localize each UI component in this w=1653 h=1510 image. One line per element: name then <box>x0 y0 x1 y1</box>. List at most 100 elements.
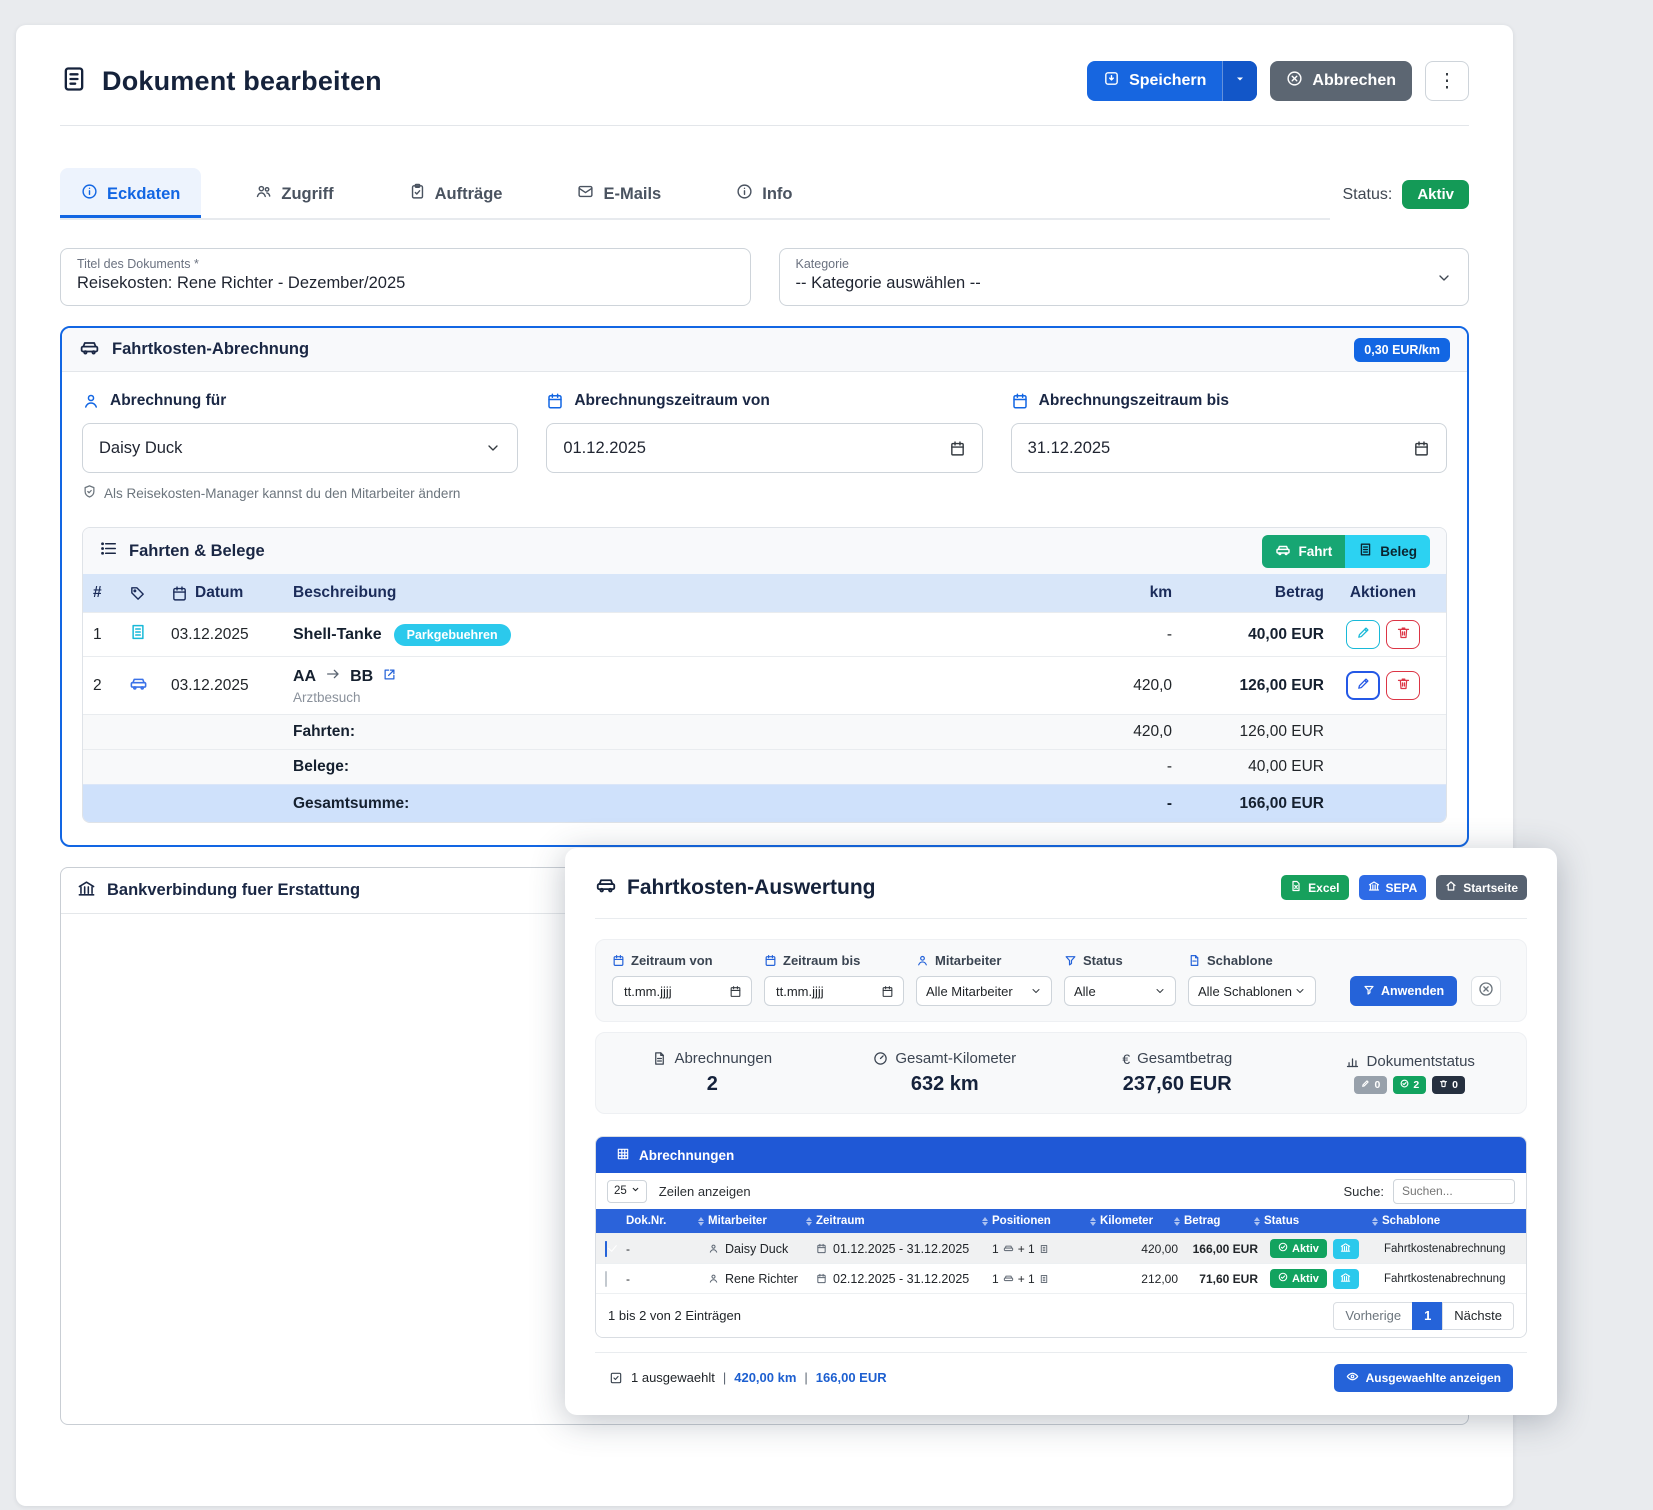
document-fields: Titel des Dokuments * Reisekosten: Rene … <box>60 248 1469 306</box>
filter-von-input[interactable] <box>612 976 752 1006</box>
delete-button[interactable] <box>1386 671 1420 700</box>
totals-row-gesamtsumme: Gesamtsumme: - 166,00 EUR <box>83 784 1446 822</box>
calendar-picker-icon[interactable] <box>949 440 966 457</box>
external-link-icon[interactable] <box>382 667 397 687</box>
fahrtkosten-header: Fahrtkosten-Abrechnung 0,30 EUR/km <box>62 328 1467 372</box>
clear-filter-button[interactable] <box>1471 976 1501 1006</box>
filter-bis-input[interactable] <box>764 976 904 1006</box>
filter-schablone-select[interactable]: Alle Schablonen <box>1188 976 1316 1006</box>
stats-panel: Abrechnungen 2 Gesamt-Kilometer 632 km €… <box>595 1032 1527 1114</box>
fahrten-belege-card: Fahrten & Belege Fahrt <box>82 527 1447 823</box>
employee-select-value: Daisy Duck <box>99 439 182 458</box>
save-dropdown-button[interactable] <box>1222 61 1257 101</box>
fahrtkosten-auswertung-panel: Fahrtkosten-Auswertung Excel SEPA <box>565 848 1557 1415</box>
fahrten-belege-title: Fahrten & Belege <box>129 542 265 561</box>
active-count-badge: 2 <box>1393 1076 1426 1094</box>
home-icon <box>1445 880 1457 895</box>
car-icon <box>129 674 171 698</box>
filter-von-field[interactable] <box>622 983 729 1000</box>
zeitraum-bis-input[interactable]: 31.12.2025 <box>1011 423 1447 473</box>
user-icon <box>708 1243 719 1254</box>
tab-info[interactable]: Info <box>715 168 813 218</box>
row-checkbox[interactable] <box>605 1241 607 1257</box>
tabs-row: Eckdaten Zugriff Aufträge <box>60 168 1469 220</box>
calendar-picker-icon[interactable] <box>1413 440 1430 457</box>
stat-gesamtbetrag: € Gesamtbetrag 237,60 EUR <box>1061 1050 1294 1096</box>
employee-select[interactable]: Daisy Duck <box>82 423 518 473</box>
show-selected-button[interactable]: Ausgewaehlte anzeigen <box>1334 1364 1513 1392</box>
mail-icon <box>577 183 594 205</box>
calendar-picker-icon[interactable] <box>881 985 894 998</box>
caret-down-icon <box>1234 72 1246 90</box>
totals-row-belege: Belege: - 40,00 EUR <box>83 749 1446 784</box>
auswertung-title: Fahrtkosten-Auswertung <box>627 876 876 900</box>
table-row[interactable]: - Rene Richter 02.12.2025 - 31.12.2025 1 <box>596 1263 1526 1293</box>
chevron-down-icon <box>485 440 501 456</box>
save-button[interactable]: Speichern <box>1087 61 1257 101</box>
delete-button[interactable] <box>1386 620 1420 649</box>
zeitraum-von-label: Abrechnungszeitraum von <box>574 392 770 410</box>
zeitraum-von-input[interactable]: 01.12.2025 <box>546 423 982 473</box>
stat-dokumentstatus: Dokumentstatus 0 2 <box>1294 1053 1527 1094</box>
filter-bis-label: Zeitraum bis <box>783 953 860 968</box>
table-entries-info: 1 bis 2 von 2 Einträgen <box>608 1308 741 1323</box>
edit-button[interactable] <box>1346 671 1380 700</box>
users-icon <box>255 183 272 205</box>
car-icon <box>595 874 617 901</box>
row-bank-button[interactable] <box>1333 1269 1359 1289</box>
arrow-right-icon <box>325 666 341 687</box>
row-checkbox[interactable] <box>605 1271 607 1287</box>
entry-note: Arztbesuch <box>293 690 1056 705</box>
edit-button[interactable] <box>1346 620 1380 649</box>
tab-eckdaten[interactable]: Eckdaten <box>60 168 201 218</box>
sepa-button[interactable]: SEPA <box>1359 875 1427 900</box>
rows-per-page-label: Zeilen anzeigen <box>659 1184 751 1199</box>
add-fahrt-button[interactable]: Fahrt <box>1262 535 1345 568</box>
tab-zugriff[interactable]: Zugriff <box>234 168 354 218</box>
filter-status-select[interactable]: Alle <box>1064 976 1176 1006</box>
pencil-icon <box>1361 1079 1370 1091</box>
pencil-icon <box>1356 625 1371 645</box>
row-bank-button[interactable] <box>1333 1239 1359 1259</box>
file-icon <box>1188 954 1201 967</box>
apply-filter-button[interactable]: Anwenden <box>1350 976 1457 1006</box>
search-input[interactable] <box>1393 1179 1515 1204</box>
funnel-icon <box>1363 984 1375 999</box>
zeitraum-bis-value: 31.12.2025 <box>1028 439 1111 458</box>
tab-auftraege[interactable]: Aufträge <box>388 168 524 218</box>
funnel-icon <box>1064 954 1077 967</box>
add-beleg-button[interactable]: Beleg <box>1345 535 1430 568</box>
calendar-picker-icon[interactable] <box>729 985 742 998</box>
filter-bis-field[interactable] <box>774 983 881 1000</box>
tab-emails[interactable]: E-Mails <box>556 168 682 218</box>
gauge-icon <box>873 1051 888 1066</box>
bank-icon <box>1340 1272 1351 1286</box>
abrechnungen-table-header: Dok.Nr. Mitarbeiter Zeitraum Positionen … <box>596 1209 1526 1233</box>
bar-chart-icon <box>1345 1054 1360 1069</box>
stat-abrechnungen: Abrechnungen 2 <box>596 1050 829 1096</box>
document-icon <box>652 1051 667 1066</box>
document-title-field[interactable]: Titel des Dokuments * Reisekosten: Rene … <box>60 248 751 306</box>
bank-icon <box>77 879 96 903</box>
kebab-menu-icon: ⋮ <box>1438 70 1457 93</box>
calendar-icon <box>546 392 564 410</box>
more-options-button[interactable]: ⋮ <box>1425 61 1469 101</box>
check-circle-icon <box>1278 1242 1288 1255</box>
excel-button[interactable]: Excel <box>1281 875 1348 900</box>
check-circle-icon <box>1278 1272 1288 1285</box>
rows-per-page-select[interactable]: 25 <box>607 1180 647 1203</box>
startseite-button[interactable]: Startseite <box>1436 875 1527 900</box>
cancel-button[interactable]: Abbrechen <box>1270 61 1412 101</box>
filter-mitarbeiter-select[interactable]: Alle Mitarbeiter <box>916 976 1052 1006</box>
sort-icon <box>1174 1217 1180 1226</box>
pagination-prev[interactable]: Vorherige <box>1333 1302 1413 1330</box>
pagination-next[interactable]: Nächste <box>1442 1302 1514 1330</box>
row-status-badge: Aktiv <box>1270 1269 1327 1288</box>
info-icon <box>81 183 98 205</box>
draft-count-badge: 0 <box>1354 1076 1387 1094</box>
chevron-down-icon <box>1294 985 1306 997</box>
category-label: Kategorie <box>796 257 1453 271</box>
table-row[interactable]: - Daisy Duck 01.12.2025 - 31.12.2025 1 <box>596 1233 1526 1263</box>
category-select[interactable]: Kategorie -- Kategorie auswählen -- <box>779 248 1470 306</box>
pagination-page-1[interactable]: 1 <box>1412 1302 1443 1330</box>
